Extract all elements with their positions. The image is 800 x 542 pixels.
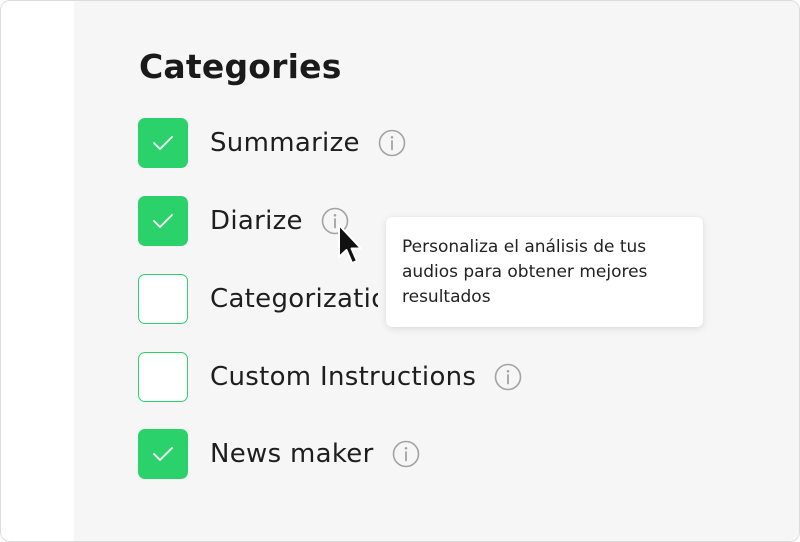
custom-instructions-label: Custom Instructions (210, 362, 477, 392)
info-icon[interactable] (494, 363, 522, 391)
categorization-checkbox[interactable] (138, 274, 188, 324)
mouse-pointer-icon (338, 224, 362, 264)
check-icon (153, 136, 173, 150)
left-gutter (1, 1, 74, 541)
categorization-label: Categorization (210, 284, 378, 314)
info-tooltip: Personaliza el análisis de tus audios pa… (386, 217, 703, 327)
news-maker-label: News maker (210, 439, 374, 469)
check-icon (153, 214, 173, 228)
summarize-checkbox[interactable] (138, 118, 188, 168)
check-icon (153, 447, 173, 461)
info-icon[interactable] (378, 129, 406, 157)
diarize-label: Diarize (210, 206, 303, 236)
news-maker-checkbox[interactable] (138, 429, 188, 479)
category-row-diarize: Diarize (138, 195, 349, 247)
diarize-checkbox[interactable] (138, 196, 188, 246)
tooltip-text: Personaliza el análisis de tus audios pa… (402, 237, 648, 307)
summarize-label: Summarize (210, 128, 360, 158)
category-row-summarize: Summarize (138, 117, 406, 169)
section-title: Categories (139, 47, 342, 86)
app-frame: Categories Summarize Diarize Categorizat… (0, 0, 800, 542)
category-row-news-maker: News maker (138, 428, 420, 480)
custom-instructions-checkbox[interactable] (138, 352, 188, 402)
info-icon[interactable] (392, 440, 420, 468)
category-row-custom-instructions: Custom Instructions (138, 351, 522, 403)
category-row-categorization: Categorization (138, 273, 378, 325)
